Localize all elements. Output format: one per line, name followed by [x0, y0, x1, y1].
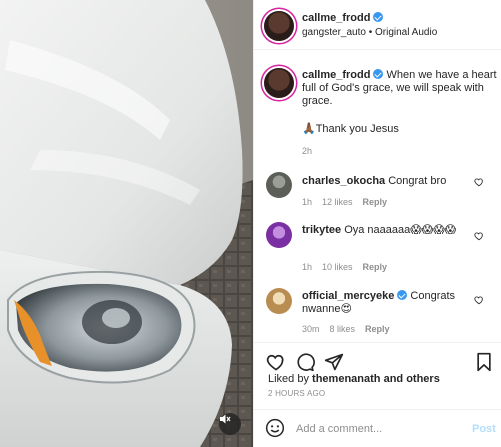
caption-time: 2h [302, 146, 313, 156]
verified-badge-icon [397, 290, 408, 300]
verified-badge-icon [373, 12, 384, 22]
post-button[interactable]: Post [472, 423, 496, 435]
comment: trikytee Oya naaaaaa😱😱😱😱 [302, 224, 472, 237]
comment-likes[interactable]: 10 likes [322, 262, 353, 272]
comment-likes[interactable]: 12 likes [322, 197, 353, 207]
comments-section: callme_frodd When we have a heart full o… [254, 51, 501, 341]
comment-text: Oya naaaaaa😱😱😱😱 [344, 224, 457, 236]
comment: official_mercyeke Congrats nwanne😍 [302, 290, 472, 316]
post-time[interactable]: 2 HOURS AGO [268, 389, 325, 398]
comment-time: 1h [302, 262, 313, 272]
mute-button[interactable] [219, 413, 241, 435]
comment-avatar[interactable] [266, 222, 292, 248]
add-comment-bar: Post [254, 409, 501, 447]
post-header: callme_frodd gangster_auto • Original Au… [254, 0, 501, 50]
comment-icon[interactable] [295, 352, 315, 372]
author-avatar[interactable] [264, 11, 294, 41]
comment-avatar[interactable] [266, 288, 292, 314]
comment-like-heart-icon[interactable] [474, 177, 484, 187]
author-username-row[interactable]: callme_frodd [302, 12, 384, 24]
comment-like-heart-icon[interactable] [474, 231, 484, 241]
comment-input[interactable] [296, 420, 456, 438]
verified-badge-icon [373, 69, 384, 79]
bookmark-icon[interactable] [474, 352, 494, 372]
comment-time: 1h [302, 197, 313, 207]
reply-button[interactable]: Reply [365, 324, 390, 334]
comment-username[interactable]: charles_okocha [302, 175, 385, 187]
comment: charles_okocha Congrat bro [302, 175, 472, 188]
caption: callme_frodd When we have a heart full o… [302, 69, 498, 108]
caption-username[interactable]: callme_frodd [302, 69, 370, 81]
caption-line2: 🙏🏾Thank you Jesus [302, 123, 399, 135]
reply-button[interactable]: Reply [363, 197, 388, 207]
heart-icon[interactable] [266, 352, 286, 372]
comment-meta: 30m 8 likes Reply [302, 324, 400, 334]
reply-button[interactable]: Reply [363, 262, 388, 272]
liked-by-user[interactable]: themenanath [312, 373, 380, 385]
author-username[interactable]: callme_frodd [302, 12, 370, 24]
caption-avatar[interactable] [264, 68, 294, 98]
muted-speaker-icon [220, 414, 231, 424]
comment-meta: 1h 10 likes Reply [302, 262, 397, 272]
comment-username[interactable]: trikytee [302, 224, 341, 236]
share-icon[interactable] [324, 352, 344, 372]
liked-by-prefix: Liked by [268, 373, 309, 385]
post-actions: Liked by themenanath and others 2 HOURS … [254, 342, 501, 447]
comment-like-heart-icon[interactable] [474, 295, 484, 305]
liked-by: Liked by themenanath and others [268, 373, 440, 385]
car-video-frame [0, 0, 253, 447]
comment-avatar[interactable] [266, 172, 292, 198]
comment-time: 30m [302, 324, 320, 334]
comment-likes[interactable]: 8 likes [330, 324, 356, 334]
post-video[interactable] [0, 0, 253, 447]
post-panel: callme_frodd gangster_auto • Original Au… [253, 0, 501, 447]
comment-username[interactable]: official_mercyeke [302, 290, 394, 302]
liked-by-others[interactable]: and others [384, 373, 440, 385]
comment-meta: 1h 12 likes Reply [302, 197, 397, 207]
comment-text: Congrat bro [388, 175, 447, 187]
emoji-icon[interactable] [265, 418, 285, 438]
audio-label[interactable]: gangster_auto • Original Audio [302, 27, 437, 38]
